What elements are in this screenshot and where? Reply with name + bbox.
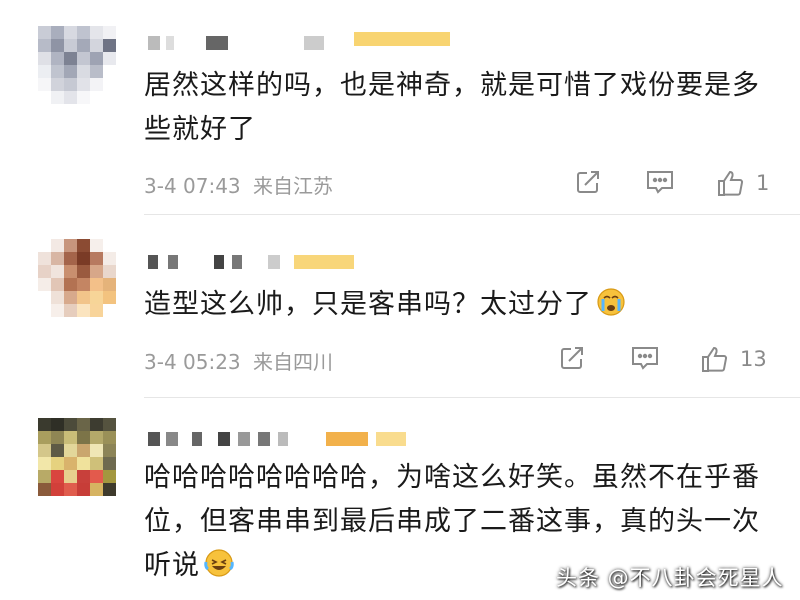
comment-meta: 3-4 05:23 来自四川 — [144, 346, 333, 375]
comment-location: 来自江苏 — [253, 174, 334, 198]
comment-icon — [632, 347, 658, 370]
avatar[interactable] — [38, 239, 116, 317]
thumbs-up-icon — [718, 170, 744, 196]
username-redacted[interactable] — [144, 251, 464, 273]
comment-meta: 3-4 07:43 来自江苏 — [144, 170, 333, 199]
comment-button[interactable] — [645, 168, 675, 196]
like-count: 13 — [740, 347, 767, 371]
watermark: 头条 @不八卦会死星人 — [556, 566, 784, 590]
comment-icon — [647, 171, 673, 194]
comment-text: 造型这么帅，只是客串吗？太过分了 — [144, 283, 784, 327]
comment-text-content: 造型这么帅，只是客串吗？太过分了 — [144, 289, 592, 320]
username-redacted[interactable] — [144, 32, 464, 54]
share-icon — [561, 347, 583, 369]
share-icon — [577, 171, 599, 193]
comment-time: 3-4 07:43 — [144, 174, 241, 198]
comment-button[interactable] — [630, 344, 660, 372]
avatar[interactable] — [38, 26, 116, 104]
username-redacted[interactable] — [144, 428, 464, 450]
like-button[interactable]: 13 — [700, 344, 767, 374]
laughing-tears-emoji — [204, 549, 234, 577]
share-button[interactable] — [558, 344, 586, 372]
thumbs-up-icon — [702, 346, 728, 372]
comment-item-2: 造型这么帅，只是客串吗？太过分了 3-4 05:23 来自四川 13 — [0, 215, 800, 398]
share-button[interactable] — [574, 168, 602, 196]
comment-location: 来自四川 — [253, 350, 334, 374]
comment-item-1: 居然这样的吗，也是神奇，就是可惜了戏份要是多些就好了 3-4 07:43 来自江… — [0, 0, 800, 215]
avatar[interactable] — [38, 418, 116, 496]
like-count: 1 — [756, 171, 770, 195]
crying-face-emoji — [597, 288, 625, 316]
comment-time: 3-4 05:23 — [144, 350, 241, 374]
comment-text: 居然这样的吗，也是神奇，就是可惜了戏份要是多些就好了 — [144, 70, 760, 145]
like-button[interactable]: 1 — [716, 168, 769, 198]
